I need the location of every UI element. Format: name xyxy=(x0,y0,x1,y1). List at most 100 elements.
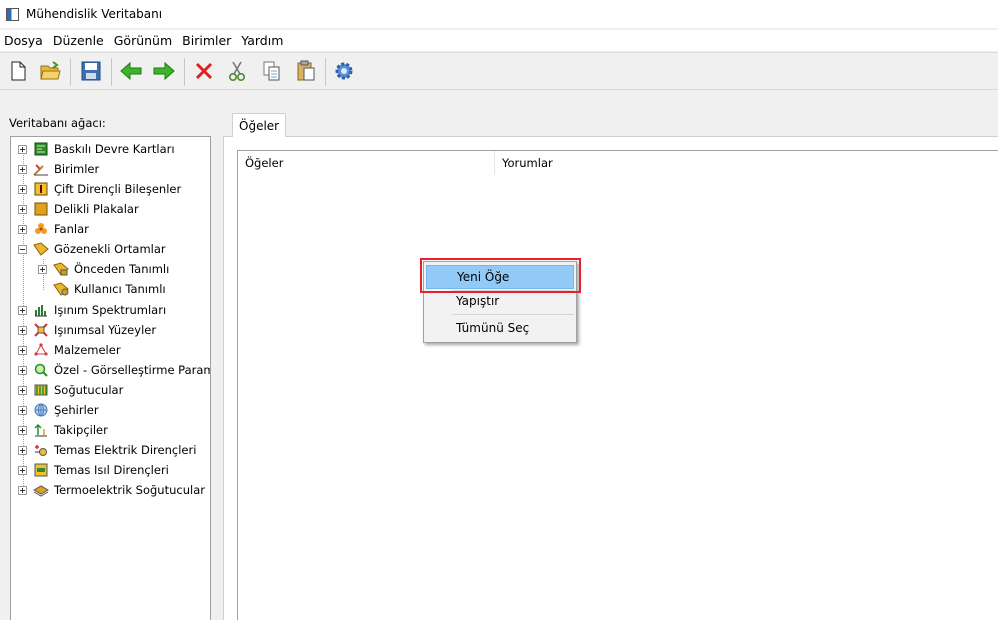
tree-node-sehirler[interactable]: Şehirler xyxy=(18,400,99,420)
menu-separator xyxy=(452,314,574,315)
tree-node-termoelektrik[interactable]: Termoelektrik Soğutucular xyxy=(18,480,205,500)
tree-node-baskili-devre[interactable]: Baskılı Devre Kartları xyxy=(18,139,175,159)
resistor-icon xyxy=(33,181,49,197)
copy-button[interactable] xyxy=(260,59,284,83)
toolbar xyxy=(0,52,998,90)
collapse-icon[interactable] xyxy=(18,244,27,254)
expand-icon[interactable] xyxy=(18,425,27,435)
tree-node-label: Özel - Görselleştirme Parametreleri xyxy=(54,363,210,377)
spectrum-icon xyxy=(33,302,49,318)
scissors-icon xyxy=(228,61,246,82)
tree-node-delikli-plakalar[interactable]: Delikli Plakalar xyxy=(18,199,139,219)
gear-icon xyxy=(335,62,353,80)
expand-icon[interactable] xyxy=(18,405,27,415)
arrow-left-icon xyxy=(120,62,142,80)
tree-node-isinimsal-yuzeyler[interactable]: Işınımsal Yüzeyler xyxy=(18,320,156,340)
expand-icon[interactable] xyxy=(18,144,27,154)
electric-resistance-icon xyxy=(33,442,49,458)
tree-node-label: Çift Dirençli Bileşenler xyxy=(54,182,182,196)
tree-node-cift-direncli[interactable]: Çift Dirençli Bileşenler xyxy=(18,179,181,199)
tree-node-ozel-gorsellestirme[interactable]: Özel - Görselleştirme Parametreleri xyxy=(18,360,210,380)
cut-button[interactable] xyxy=(225,59,249,83)
tab-ogeler[interactable]: Öğeler xyxy=(232,113,287,137)
tab-strip: Öğeler xyxy=(223,112,998,137)
expand-icon[interactable] xyxy=(18,385,27,395)
database-tree-label: Veritabanı ağacı: xyxy=(9,116,106,130)
porous-media-icon xyxy=(33,241,49,257)
trackers-icon xyxy=(33,422,49,438)
open-folder-button[interactable] xyxy=(39,59,63,83)
menu-gorunum[interactable]: Görünüm xyxy=(109,33,177,48)
tree-node-malzemeler[interactable]: Malzemeler xyxy=(18,340,121,360)
expand-icon[interactable] xyxy=(18,325,27,335)
tree-node-onceden-tanimli[interactable]: Önceden Tanımlı xyxy=(38,259,169,279)
paste-icon xyxy=(297,60,315,81)
expand-icon[interactable] xyxy=(18,345,27,355)
app-icon xyxy=(6,7,19,21)
paste-button[interactable] xyxy=(294,59,318,83)
column-header-ogeler[interactable]: Öğeler xyxy=(238,151,495,175)
new-file-button[interactable] xyxy=(6,59,30,83)
porous-predefined-icon xyxy=(53,261,69,277)
tree-node-takipciler[interactable]: Takipçiler xyxy=(18,420,108,440)
column-header-yorumlar[interactable]: Yorumlar xyxy=(495,151,795,175)
globe-icon xyxy=(33,402,49,418)
menu-item-tumunu-sec[interactable]: Tümünü Seç xyxy=(426,316,574,340)
tree-node-label: Temas Elektrik Dirençleri xyxy=(54,443,197,457)
database-tree[interactable]: Baskılı Devre Kartları Birimler Çift Dir… xyxy=(10,136,211,620)
expand-icon[interactable] xyxy=(18,365,27,375)
tree-node-label: Şehirler xyxy=(54,403,99,417)
window-title: Mühendislik Veritabanı xyxy=(26,7,163,21)
menu-duzenle[interactable]: Düzenle xyxy=(48,33,109,48)
tree-node-gozenekli-ortamlar[interactable]: Gözenekli Ortamlar xyxy=(18,239,166,259)
tree-node-birimler[interactable]: Birimler xyxy=(18,159,99,179)
tree-node-sogutucular[interactable]: Soğutucular xyxy=(18,380,123,400)
menu-yardim[interactable]: Yardım xyxy=(236,33,288,48)
copy-icon xyxy=(263,61,280,81)
menu-dosya[interactable]: Dosya xyxy=(0,33,48,48)
tree-node-temas-elektrik[interactable]: Temas Elektrik Dirençleri xyxy=(18,440,196,460)
perforated-plate-icon xyxy=(33,201,49,217)
expand-icon[interactable] xyxy=(18,204,27,214)
items-list[interactable]: Öğeler Yorumlar xyxy=(237,150,998,620)
tree-node-label: Kullanıcı Tanımlı xyxy=(74,282,166,296)
delete-button[interactable] xyxy=(192,59,216,83)
materials-icon xyxy=(33,342,49,358)
tree-node-fanlar[interactable]: Fanlar xyxy=(18,219,89,239)
porous-user-icon xyxy=(53,281,69,297)
tree-node-label: Fanlar xyxy=(54,222,89,236)
menu-birimler[interactable]: Birimler xyxy=(177,33,236,48)
tree-node-label: Işınım Spektrumları xyxy=(54,303,167,317)
menu-item-yapistir[interactable]: Yapıştır xyxy=(426,289,574,313)
heatsink-icon xyxy=(33,382,49,398)
pcb-icon xyxy=(33,141,49,157)
tree-node-kullanici-tanimli[interactable]: Kullanıcı Tanımlı xyxy=(53,279,166,299)
open-folder-icon xyxy=(40,61,61,80)
expand-icon[interactable] xyxy=(38,264,47,274)
expand-icon[interactable] xyxy=(18,224,27,234)
back-button[interactable] xyxy=(119,59,143,83)
title-bar: Mühendislik Veritabanı xyxy=(0,0,998,28)
tree-node-temas-isil[interactable]: Temas Isıl Dirençleri xyxy=(18,460,169,480)
expand-icon[interactable] xyxy=(18,164,27,174)
menu-item-yeni-oge[interactable]: Yeni Öğe xyxy=(426,265,574,289)
thermal-resistance-icon xyxy=(33,462,49,478)
thermoelectric-cooler-icon xyxy=(33,482,49,498)
expand-icon[interactable] xyxy=(18,485,27,495)
expand-icon[interactable] xyxy=(18,445,27,455)
tree-node-label: Takipçiler xyxy=(54,423,108,437)
tree-node-label: Termoelektrik Soğutucular xyxy=(54,483,205,497)
save-button[interactable] xyxy=(79,59,103,83)
context-menu: Yeni Öğe Yapıştır Tümünü Seç xyxy=(423,261,577,343)
settings-button[interactable] xyxy=(332,59,356,83)
menu-bar: Dosya Düzenle Görünüm Birimler Yardım xyxy=(0,30,998,51)
expand-icon[interactable] xyxy=(18,305,27,315)
radiative-surface-icon xyxy=(33,322,49,338)
expand-icon[interactable] xyxy=(18,184,27,194)
tree-node-label: Malzemeler xyxy=(54,343,121,357)
new-file-icon xyxy=(11,61,26,81)
forward-button[interactable] xyxy=(152,59,176,83)
tree-node-label: Önceden Tanımlı xyxy=(74,262,170,276)
tree-node-isinim-spektrumlari[interactable]: Işınım Spektrumları xyxy=(18,300,166,320)
expand-icon[interactable] xyxy=(18,465,27,475)
